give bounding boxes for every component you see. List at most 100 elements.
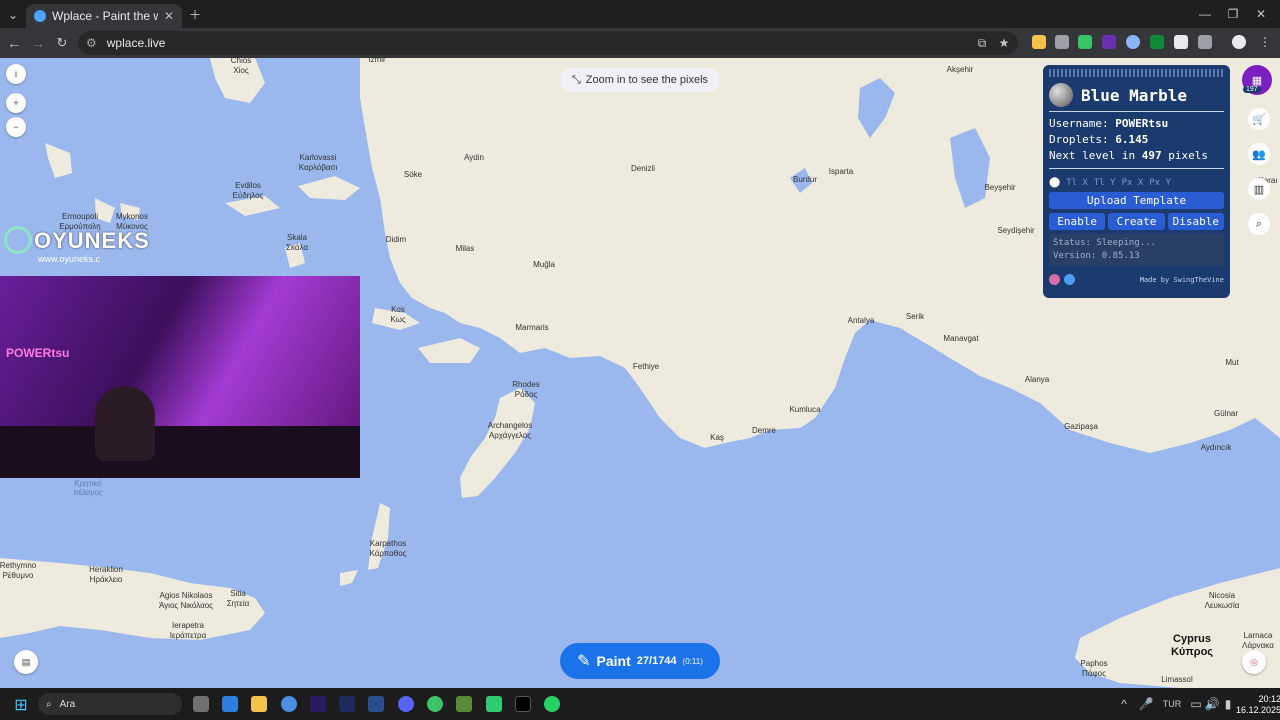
place-label: Manavgat xyxy=(943,334,979,343)
app-icon[interactable] xyxy=(427,696,443,712)
app-icon[interactable] xyxy=(486,696,502,712)
discord-icon[interactable] xyxy=(398,696,414,712)
upload-template-button[interactable]: Upload Template xyxy=(1049,192,1224,209)
restore-icon[interactable]: ❐ xyxy=(1226,7,1240,21)
brush-icon: ✎ xyxy=(577,653,591,670)
cart-icon: 🛒 xyxy=(1252,113,1266,126)
profile-icon[interactable] xyxy=(1232,35,1246,49)
droplets-value: 6.145 xyxy=(1115,133,1149,146)
search-button[interactable]: ⌕ xyxy=(1248,213,1270,235)
store-button[interactable]: 🛒 xyxy=(1248,108,1270,130)
volume-icon[interactable]: 🔊 xyxy=(1205,697,1220,711)
place-label: Larnaca Λάρνακα xyxy=(1242,631,1274,650)
new-tab-icon[interactable]: ＋ xyxy=(188,7,202,22)
extensions-puzzle-icon[interactable] xyxy=(1198,35,1212,49)
place-label: Antalya xyxy=(847,316,875,325)
place-label: Burdur xyxy=(792,175,818,184)
pixel-y-input[interactable]: Px Y xyxy=(1149,178,1171,188)
version-text: Version: 0.85.13 xyxy=(1053,251,1140,261)
place-label: Kos Κως xyxy=(390,305,406,324)
install-app-icon[interactable]: ⧉ xyxy=(974,35,990,51)
pin-icon[interactable]: ⬤ xyxy=(1049,177,1060,188)
copilot-icon[interactable] xyxy=(222,696,238,712)
panel-title: Blue Marble xyxy=(1081,85,1187,105)
target-icon: ◎ xyxy=(1250,656,1258,667)
drag-handle[interactable] xyxy=(1049,69,1224,77)
windows-start-icon[interactable]: ⊞ xyxy=(12,696,30,714)
alliance-button[interactable]: 👥 xyxy=(1248,143,1270,165)
zoom-in-button[interactable]: + xyxy=(6,93,26,113)
create-button[interactable]: Create xyxy=(1108,213,1165,230)
vscode-icon[interactable] xyxy=(368,696,384,712)
premiere-icon[interactable] xyxy=(310,696,326,712)
place-label: Aydin xyxy=(464,153,484,162)
capcut-icon[interactable] xyxy=(515,696,531,712)
place-label: Gülnar xyxy=(1213,409,1239,418)
color-palette-button[interactable]: ▤ xyxy=(14,650,38,674)
task-view-icon[interactable] xyxy=(193,696,209,712)
zoom-out-button[interactable]: − xyxy=(6,117,26,137)
bookmark-star-icon[interactable]: ★ xyxy=(996,35,1012,51)
chrome-icon[interactable] xyxy=(281,696,297,712)
app-icon[interactable] xyxy=(456,696,472,712)
battery-icon[interactable]: ▮ xyxy=(1222,697,1234,711)
logo-mark-icon xyxy=(4,226,32,254)
level-badge: 197 xyxy=(1243,86,1261,93)
minimize-icon[interactable]: — xyxy=(1198,7,1212,21)
palette-icon[interactable] xyxy=(1049,274,1060,285)
oyuneks-logo: OYUNEKS www.oyuneks.c xyxy=(4,226,150,264)
extension-icon[interactable] xyxy=(1032,35,1046,49)
after-effects-icon[interactable] xyxy=(339,696,355,712)
language-indicator[interactable]: TUR xyxy=(1160,697,1184,711)
taskbar-search[interactable]: ⌕ Ara xyxy=(38,693,182,715)
level-prefix: Next level in xyxy=(1049,149,1136,162)
address-bar[interactable]: ⚙ wplace.live xyxy=(78,31,1018,55)
users-icon: 👥 xyxy=(1252,148,1266,161)
pixel-x-input[interactable]: Px X xyxy=(1122,178,1144,188)
tile-x-input[interactable]: Tl X xyxy=(1066,178,1088,188)
globe-small-icon[interactable] xyxy=(1064,274,1075,285)
place-label: Alanya xyxy=(1024,375,1050,384)
place-label: Skala Σκάλα xyxy=(286,233,308,252)
browser-tab[interactable]: Wplace - Paint the world ✕ xyxy=(26,4,182,28)
paint-timer: (0:11) xyxy=(682,656,703,666)
locate-button[interactable]: ◎ xyxy=(1242,650,1266,674)
microphone-icon[interactable]: 🎤 xyxy=(1139,697,1154,711)
place-label: Archangelos Αρχάγγελος xyxy=(487,421,533,440)
info-button[interactable]: i xyxy=(6,64,26,84)
tile-y-input[interactable]: Tl Y xyxy=(1094,178,1116,188)
zoom-out-icon: − xyxy=(13,122,19,132)
reload-icon[interactable]: ↻ xyxy=(54,35,70,51)
level-suffix: pixels xyxy=(1168,149,1208,162)
place-label: Chios Χίος xyxy=(230,58,252,75)
world-map[interactable]: Izmir Chios Χίος Akşehir Aydin Denizli Ispart… xyxy=(0,58,1280,688)
url-text: wplace.live xyxy=(106,36,166,50)
extension-icon[interactable] xyxy=(1126,35,1140,49)
system-clock[interactable]: 20:12 16.12.2025 xyxy=(1236,694,1280,716)
display-icon[interactable]: ▭ xyxy=(1190,697,1202,711)
disable-button[interactable]: Disable xyxy=(1167,213,1224,230)
back-icon[interactable]: ← xyxy=(6,35,22,51)
country-label: Cyprus Κύπρος xyxy=(1170,633,1214,658)
place-label: Karpathos Κάρπαθος xyxy=(369,539,407,558)
shield-extension-icon[interactable] xyxy=(1078,35,1092,49)
menu-kebab-icon[interactable]: ⋮ xyxy=(1258,35,1272,49)
extension-icon[interactable] xyxy=(1174,35,1188,49)
paint-button[interactable]: ✎ Paint 27/1744 (0:11) xyxy=(560,643,720,679)
place-label: Serik xyxy=(905,312,925,321)
file-explorer-icon[interactable] xyxy=(251,696,267,712)
zoom-hint[interactable]: ⤡ Zoom in to see the pixels xyxy=(560,68,720,92)
close-tab-icon[interactable]: ✕ xyxy=(164,9,174,23)
extension-icon[interactable] xyxy=(1055,35,1069,49)
tray-arrow-icon[interactable]: ^ xyxy=(1118,697,1130,711)
leaderboard-button[interactable]: ▥ xyxy=(1248,178,1270,200)
tab-search-icon[interactable]: ⌄ xyxy=(6,8,20,22)
place-label: Rethymno Ρέθυμνο xyxy=(0,561,37,580)
enable-button[interactable]: Enable xyxy=(1049,213,1106,230)
extension-icon[interactable] xyxy=(1102,35,1116,49)
site-info-icon[interactable]: ⚙ xyxy=(86,36,97,50)
close-window-icon[interactable]: ✕ xyxy=(1254,7,1268,21)
forward-icon[interactable]: → xyxy=(30,35,46,51)
extension-icon[interactable] xyxy=(1150,35,1164,49)
whatsapp-icon[interactable] xyxy=(544,696,560,712)
